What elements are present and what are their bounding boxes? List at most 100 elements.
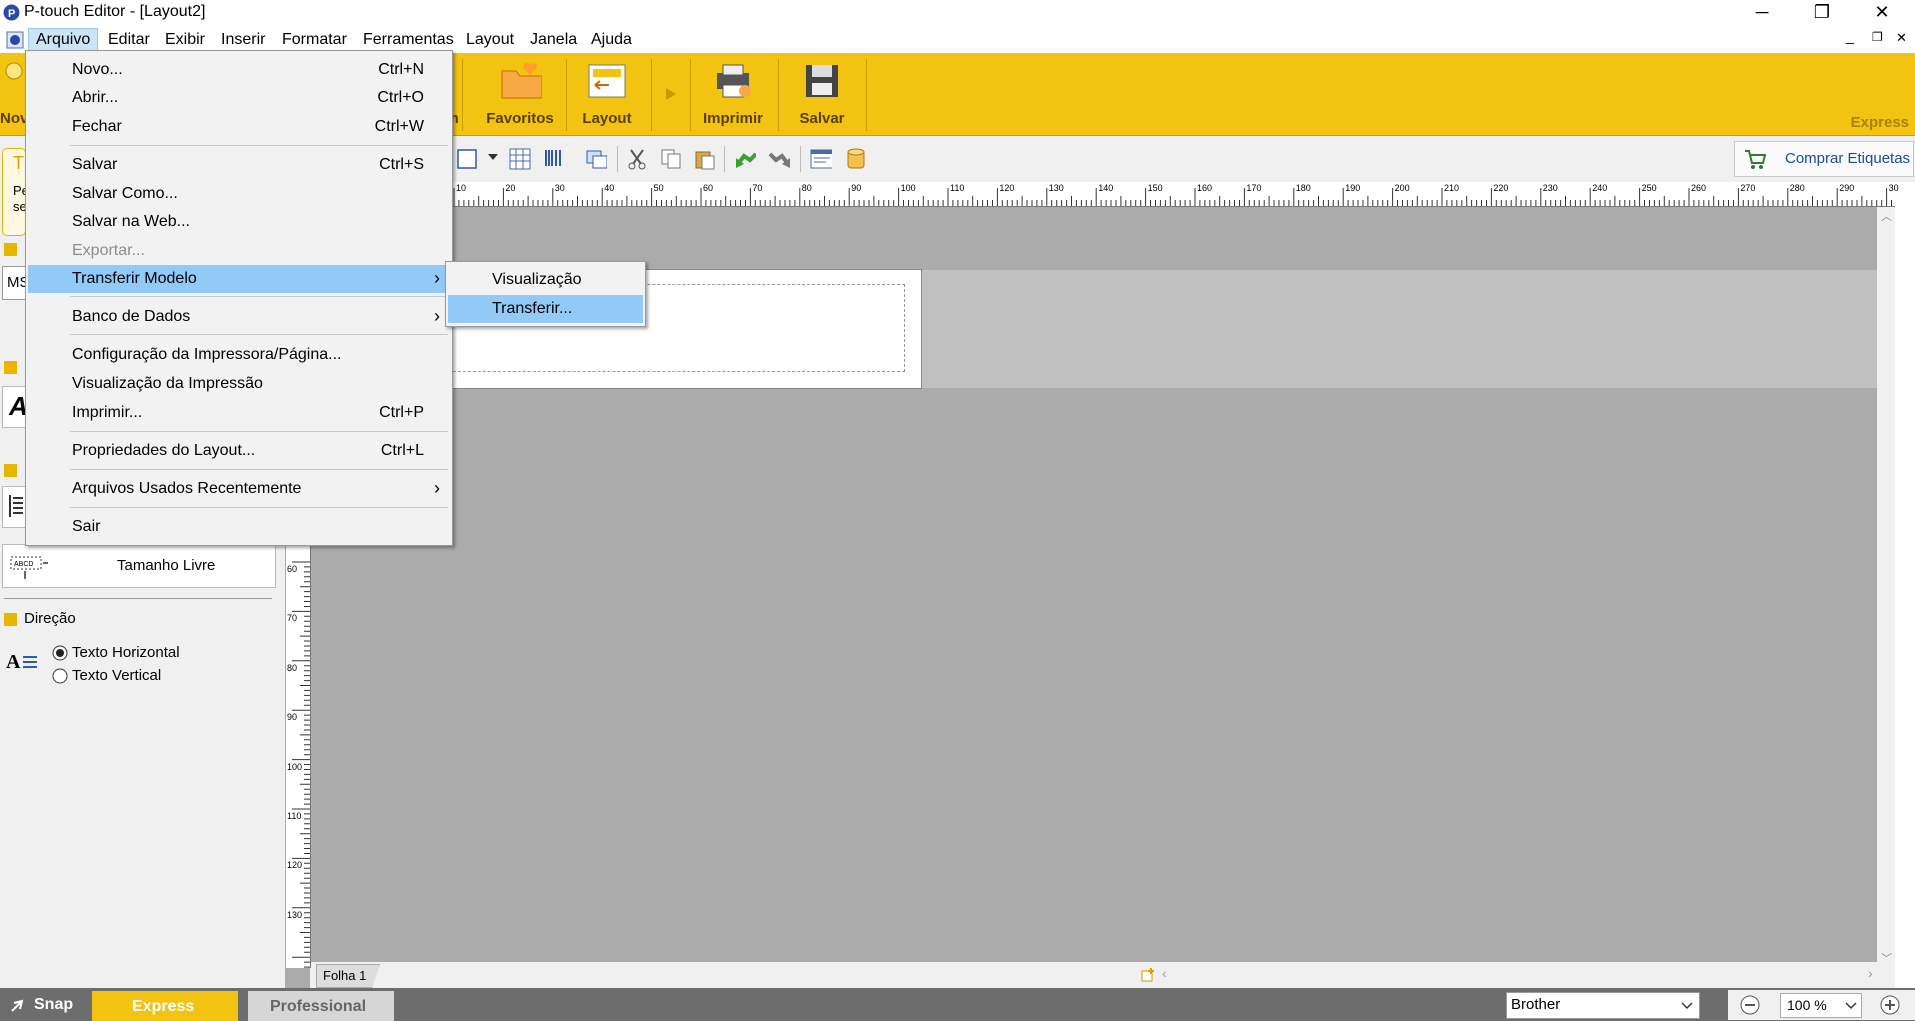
ribbon-separator <box>462 59 463 131</box>
barcode-icon[interactable] <box>543 148 565 170</box>
vertical-scrollbar[interactable]: ︿ ﹀ <box>1877 206 1895 988</box>
file-menu-item-salvar[interactable]: Salvar Ctrl+S <box>28 151 450 179</box>
document-icon[interactable] <box>6 31 24 49</box>
menu-formatar[interactable]: Formatar <box>275 29 354 51</box>
toolbar-separator <box>800 146 801 172</box>
ribbon-separator <box>651 59 652 131</box>
play-arrow-icon[interactable] <box>665 87 677 101</box>
file-menu-item-imprimir[interactable]: Imprimir... Ctrl+P <box>28 399 450 427</box>
file-menu-item-transferir-modelo[interactable]: Transferir Modelo › <box>28 265 450 293</box>
file-menu-item-abrir[interactable]: Abrir... Ctrl+O <box>28 84 450 112</box>
menu-arquivo[interactable]: Arquivo <box>28 28 99 52</box>
ruler-ticks <box>453 188 1892 206</box>
horizontal-ruler: 10 20 30 40 50 60 70 80 90 100 110 120 130 140 150 160 1… <box>450 182 1899 207</box>
properties-icon[interactable] <box>810 148 832 170</box>
professional-mode-button[interactable]: Professional <box>248 991 394 1021</box>
layout-icon <box>588 64 626 98</box>
mdi-restore-button[interactable]: ❐ <box>1872 30 1883 44</box>
restore-button[interactable]: ❐ <box>1793 0 1851 26</box>
snap-button[interactable]: Snap <box>8 993 88 1017</box>
menu-item-label: Exportar... <box>72 242 145 259</box>
undo-icon[interactable] <box>734 148 756 170</box>
zoom-out-icon[interactable] <box>1740 995 1760 1015</box>
mdi-close-button[interactable]: ✕ <box>1896 30 1907 46</box>
file-menu-item-propriedades-do-layout[interactable]: Propriedades do Layout... Ctrl+L <box>28 437 450 465</box>
scroll-right-icon[interactable]: › <box>1868 965 1873 981</box>
file-menu-item-exportar: Exportar... <box>28 237 450 265</box>
file-menu-item-sair[interactable]: Sair <box>28 513 450 541</box>
print-button[interactable]: Imprimir <box>694 57 772 131</box>
printer-select[interactable]: Brother <box>1506 992 1700 1019</box>
file-menu-item-salvar-como[interactable]: Salvar Como... <box>28 180 450 208</box>
sheet-tab[interactable]: Folha 1 <box>316 964 380 988</box>
direction-heading: Direção <box>24 610 76 627</box>
save-button[interactable]: Salvar <box>782 57 862 131</box>
menu-inserir[interactable]: Inserir <box>214 29 272 51</box>
submenu-item-transferir[interactable]: Transferir... <box>448 295 643 323</box>
svg-text:ABCD: ABCD <box>14 561 33 568</box>
sheet-tab-bar: Folha 1 ‹ › <box>310 962 1877 988</box>
menu-exibir[interactable]: Exibir <box>158 29 212 51</box>
menu-item-label: Abrir... <box>72 89 119 106</box>
submenu-arrow-icon: › <box>434 306 440 326</box>
menu-ferramentas[interactable]: Ferramentas <box>356 29 461 51</box>
file-menu-item-banco-de-dados[interactable]: Banco de Dados › <box>28 303 450 331</box>
rectangle-tool-icon[interactable] <box>456 148 478 170</box>
add-sheet-icon[interactable] <box>1140 968 1156 982</box>
app-logo-icon: P <box>3 4 20 21</box>
submenu-arrow-icon: › <box>434 478 440 498</box>
free-size-label: Tamanho Livre <box>117 557 216 574</box>
file-menu-item-salvar-na-web[interactable]: Salvar na Web... <box>28 208 450 236</box>
file-menu-item-novo[interactable]: Novo... Ctrl+N <box>28 56 450 84</box>
paste-icon[interactable] <box>694 148 716 170</box>
radio-text-vertical[interactable]: Texto Vertical <box>52 665 272 687</box>
scroll-left-icon[interactable]: ‹ <box>1162 965 1167 981</box>
ribbon-separator <box>778 59 779 131</box>
buy-labels-button[interactable]: Comprar Etiquetas <box>1734 141 1914 177</box>
section-marker-icon <box>4 243 17 256</box>
new-button[interactable]: Nov <box>0 57 28 131</box>
menu-editar[interactable]: Editar <box>101 29 157 51</box>
menu-item-label: Banco de Dados <box>72 308 191 325</box>
snap-icon <box>11 999 24 1012</box>
file-menu-item-configuracao-da-impressora-pagina[interactable]: Configuração da Impressora/Página... <box>28 341 450 369</box>
menu-item-label: Salvar Como... <box>72 185 178 202</box>
close-button[interactable]: ✕ <box>1853 0 1911 26</box>
file-menu-item-arquivos-usados-recentemente[interactable]: Arquivos Usados Recentemente › <box>28 475 450 503</box>
radio-text-horizontal[interactable]: Texto Horizontal <box>52 642 272 664</box>
zoom-select[interactable]: 100 % <box>1780 993 1862 1018</box>
free-size-button[interactable]: ABCD Tamanho Livre <box>2 544 276 588</box>
toolbar-separator <box>617 146 618 172</box>
scroll-down-icon[interactable]: ﹀ <box>1881 950 1892 966</box>
menu-separator <box>70 296 448 297</box>
menu-item-shortcut: Ctrl+O <box>377 89 424 106</box>
favorites-button[interactable]: Favoritos <box>470 57 570 131</box>
menu-janela[interactable]: Janela <box>523 29 584 51</box>
menu-ajuda[interactable]: Ajuda <box>584 29 639 51</box>
arrange-icon[interactable] <box>585 148 607 170</box>
table-icon[interactable] <box>509 148 531 170</box>
zoom-in-icon[interactable] <box>1880 995 1900 1015</box>
menu-item-label: Fechar <box>72 118 122 135</box>
express-mode-button[interactable]: Express <box>92 991 238 1021</box>
scroll-up-icon[interactable]: ︿ <box>1881 208 1892 224</box>
layout-button[interactable]: Layout <box>572 57 642 131</box>
redo-icon[interactable] <box>768 148 790 170</box>
status-bar: Snap Express Professional Brother 100 % <box>0 988 1915 1021</box>
menu-item-label: Salvar <box>72 156 118 173</box>
minimize-button[interactable]: ─ <box>1733 0 1791 26</box>
submenu-item-visualizacao[interactable]: Visualização <box>448 266 643 294</box>
dropdown-arrow-icon[interactable] <box>488 154 510 176</box>
transfer-template-submenu: Visualização Transferir... <box>445 261 646 327</box>
file-menu-item-visualizacao-da-impressao[interactable]: Visualização da Impressão <box>28 370 450 398</box>
database-icon[interactable] <box>846 148 868 170</box>
cut-icon[interactable] <box>626 148 648 170</box>
file-menu-item-fechar[interactable]: Fechar Ctrl+W <box>28 113 450 141</box>
menu-item-label: Imprimir... <box>72 404 143 421</box>
copy-icon[interactable] <box>660 148 682 170</box>
menu-item-label: Configuração da Impressora/Página... <box>72 346 342 363</box>
free-size-icon: ABCD <box>10 556 48 579</box>
tip-box: T Pe se <box>2 148 29 236</box>
mdi-minimize-button[interactable]: _ <box>1846 28 1854 44</box>
menu-layout[interactable]: Layout <box>459 29 521 51</box>
